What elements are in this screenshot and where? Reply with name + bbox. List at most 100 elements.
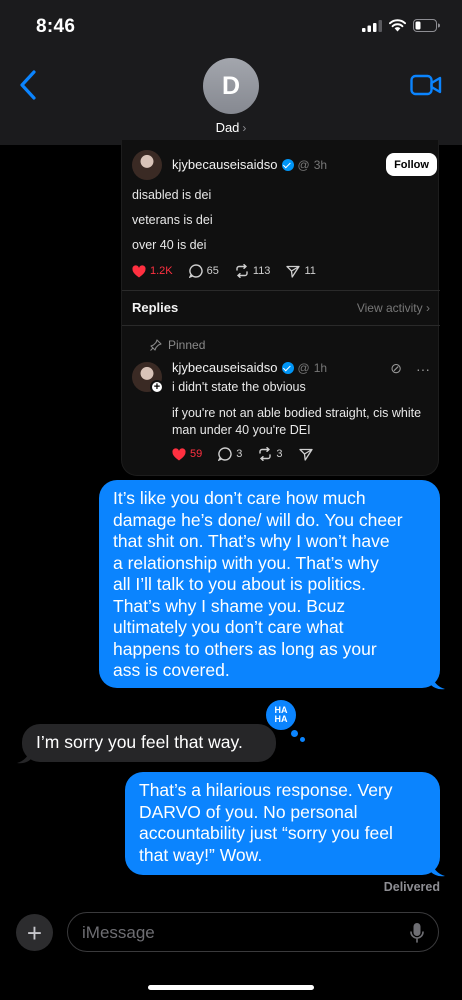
post-actions: 1.2K 65 113 11 [132, 264, 332, 278]
message-line: that shit on. That’s why I won’t have [113, 531, 390, 551]
comment-action[interactable]: 3 [218, 447, 242, 461]
bubble-tail [431, 674, 445, 690]
heart-icon [172, 447, 186, 460]
contact-name-row[interactable]: Dad › [0, 120, 462, 135]
more-options-icon[interactable]: ··· [416, 361, 430, 377]
divider [122, 325, 440, 326]
delivered-status: Delivered [383, 880, 440, 894]
threads-icon: @ [297, 360, 310, 375]
share-icon [286, 265, 301, 278]
signal-icon [362, 19, 382, 32]
apps-plus-button[interactable]: + [16, 914, 53, 951]
view-activity-link[interactable]: View activity › [357, 301, 430, 315]
outgoing-message[interactable]: It’s like you don’t care how much damage… [99, 480, 440, 688]
message-line: I’m sorry you feel that way. [36, 732, 243, 752]
like-count: 1.2K [150, 265, 173, 277]
reply-line: man under 40 you're DEI [172, 423, 311, 437]
plus-icon: + [26, 917, 43, 948]
pin-icon [150, 339, 162, 351]
reply-line: if you're not an able bodied straight, c… [172, 406, 422, 420]
repost-count: 3 [276, 448, 283, 460]
bubble-tail [431, 861, 445, 877]
repost-icon [236, 264, 248, 278]
verified-badge-icon [281, 158, 294, 171]
video-camera-icon[interactable] [410, 72, 442, 98]
pinned-label-row: Pinned [150, 338, 205, 352]
reply-author-name: kjybecauseisaidso [172, 360, 278, 375]
message-line: DARVO of you. No personal [139, 801, 358, 822]
status-time: 8:46 [36, 16, 76, 37]
message-line: damage he’s done/ will do. You cheer [113, 509, 403, 530]
repost-action[interactable]: 3 [258, 447, 283, 461]
bubble-tail [17, 748, 31, 764]
battery-icon [413, 19, 440, 32]
comment-icon [218, 447, 232, 461]
status-icons [362, 19, 440, 32]
message-line: ultimately you don’t care what [113, 617, 344, 637]
message-line: all I’ll talk to you about is politics. [113, 574, 366, 594]
message-line: It’s like you don’t care how much [113, 488, 366, 508]
chevron-right-icon: › [426, 301, 430, 315]
back-chevron-icon[interactable] [14, 68, 44, 102]
message-line: a relationship with you. That’s why [113, 552, 379, 573]
follow-button[interactable]: Follow [386, 153, 437, 176]
post-author-row: kjybecauseisaidso @ 3h [172, 157, 327, 172]
comment-icon [188, 264, 203, 278]
outgoing-message[interactable]: That’s a hilarious response. Very DARVO … [125, 772, 440, 875]
like-count: 59 [190, 448, 203, 460]
share-action[interactable]: 11 [286, 265, 316, 278]
repost-icon [259, 447, 272, 461]
home-indicator [148, 985, 314, 990]
conversation-header: 8:46 D Dad › [0, 0, 462, 145]
view-activity-label: View activity [356, 301, 423, 315]
reply-line: i didn't state the obvious [172, 380, 306, 394]
post-line: disabled is dei [132, 188, 212, 202]
post-line: over 40 is dei [132, 238, 207, 252]
message-line: That’s why I shame you. Bcuz [113, 595, 346, 616]
verified-badge-icon [281, 361, 294, 374]
share-action[interactable] [298, 448, 313, 461]
edit-icon[interactable]: ⊘ [390, 360, 402, 377]
tapback-tail [290, 729, 299, 738]
share-icon [298, 448, 313, 461]
repost-count: 113 [252, 265, 271, 277]
tapback-tail [300, 737, 305, 742]
share-count: 11 [304, 265, 316, 277]
reply-actions: 59 3 3 [172, 447, 329, 461]
haha-tapback-icon[interactable]: HA HA [264, 698, 298, 732]
post-author-name: kjybecauseisaidso [172, 157, 278, 172]
input-placeholder: iMessage [82, 923, 155, 942]
post-author-avatar [132, 150, 162, 180]
message-line: That’s a hilarious response. Very [139, 780, 393, 800]
heart-icon [132, 264, 146, 277]
pinned-label: Pinned [168, 338, 206, 352]
comment-action[interactable]: 65 [188, 264, 219, 278]
comment-count: 65 [206, 265, 219, 277]
mic-icon[interactable] [410, 922, 424, 944]
replies-title: Replies [132, 300, 179, 315]
chevron-right-icon: › [242, 121, 247, 135]
message-line: ass is covered. [113, 660, 230, 680]
plus-icon[interactable]: + [150, 380, 164, 394]
contact-name: Dad [215, 120, 240, 135]
like-action[interactable]: 1.2K [132, 264, 173, 278]
like-action[interactable]: 59 [172, 447, 203, 461]
message-line: happens to others as long as your [113, 638, 377, 659]
threads-icon: @ [297, 157, 310, 172]
post-age: 3h [313, 157, 328, 172]
message-line: accountability just “sorry you feel [139, 823, 393, 843]
divider [122, 290, 440, 291]
comment-count: 3 [236, 448, 243, 460]
wifi-icon [389, 19, 406, 32]
shared-post-card[interactable]: kjybecauseisaidso @ 3h Follow disabled i… [121, 140, 440, 476]
message-line: that way!” Wow. [139, 844, 263, 865]
incoming-message[interactable]: I’m sorry you feel that way. [22, 724, 276, 762]
reply-author-row: kjybecauseisaidso @ 1h [172, 360, 327, 375]
tapback-text: HA [274, 714, 288, 724]
contact-avatar[interactable]: D [203, 58, 259, 114]
post-line: veterans is dei [132, 213, 213, 227]
reply-tools: ⊘ ··· [390, 360, 430, 377]
imessage-input[interactable]: iMessage [67, 912, 439, 952]
reply-age: 1h [313, 360, 328, 375]
repost-action[interactable]: 113 [235, 264, 271, 278]
